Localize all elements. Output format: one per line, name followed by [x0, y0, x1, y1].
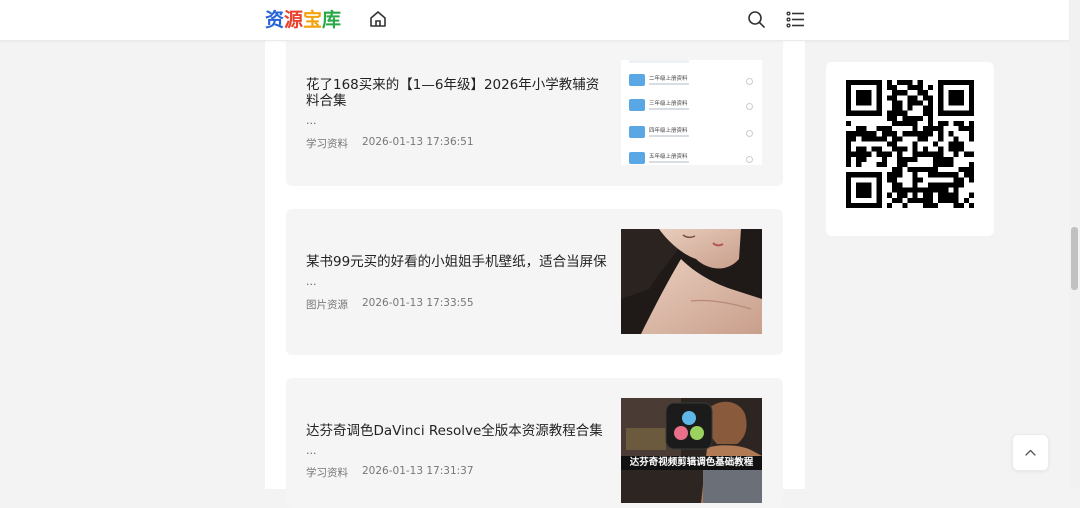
- logo-char: 源: [284, 9, 304, 31]
- post-thumbnail[interactable]: 达芬奇视频剪辑调色基础教程: [621, 398, 762, 503]
- folder-icon: [629, 126, 645, 138]
- logo-char: 资: [265, 9, 285, 31]
- search-icon[interactable]: [747, 10, 766, 29]
- post-title[interactable]: 某书99元买的好看的小姐姐手机壁纸，适合当屏保: [306, 254, 616, 270]
- logo-char: 库: [322, 9, 342, 31]
- post-thumbnail[interactable]: [621, 229, 762, 334]
- scrollbar-thumb[interactable]: [1071, 227, 1078, 290]
- logo-char: 宝: [303, 9, 323, 31]
- post-thumbnail[interactable]: 二年级上册资料 三年级上册资料 四年级上册资料 五年级上册资料: [621, 60, 762, 165]
- post-excerpt: ...: [306, 444, 317, 457]
- post-excerpt: ...: [306, 275, 317, 288]
- folder-icon: [629, 74, 645, 86]
- qr-code-image: [846, 80, 974, 208]
- home-icon[interactable]: [368, 9, 388, 29]
- post-card[interactable]: 某书99元买的好看的小姐姐手机壁纸，适合当屏保 ... 图片资源 2026-01…: [286, 209, 783, 355]
- portrait-photo: [621, 229, 762, 334]
- folder-name: 四年级上册资料: [649, 128, 688, 134]
- davinci-cover: [621, 398, 762, 503]
- post-card[interactable]: 花了168买来的【1—6年级】2026年小学教辅资料合集 ... 学习资料 20…: [286, 20, 783, 186]
- folder-name: 二年级上册资料: [649, 76, 688, 82]
- back-to-top-button[interactable]: [1012, 434, 1049, 471]
- menu-list-icon[interactable]: [786, 10, 805, 29]
- chevron-up-icon: [1025, 449, 1036, 456]
- post-title[interactable]: 达芬奇调色DaVinci Resolve全版本资源教程合集: [306, 423, 616, 439]
- post-category[interactable]: 学习资料: [306, 465, 348, 480]
- post-excerpt: ...: [306, 114, 317, 127]
- post-date: 2026-01-13 17:36:51: [362, 136, 474, 148]
- folder-name: 三年级上册资料: [649, 101, 688, 107]
- folder-icon: [629, 152, 645, 164]
- post-date: 2026-01-13 17:33:55: [362, 297, 474, 309]
- post-category[interactable]: 学习资料: [306, 136, 348, 151]
- folder-name: 五年级上册资料: [649, 154, 688, 160]
- post-category[interactable]: 图片资源: [306, 297, 348, 312]
- post-date: 2026-01-13 17:31:37: [362, 465, 474, 477]
- qr-code-widget: [826, 62, 994, 236]
- site-logo[interactable]: 资 源 宝 库: [265, 7, 341, 33]
- thumbnail-caption: 达芬奇视频剪辑调色基础教程: [629, 457, 754, 468]
- site-header: 资 源 宝 库: [0, 0, 1069, 41]
- folder-icon: [629, 99, 645, 111]
- post-title[interactable]: 花了168买来的【1—6年级】2026年小学教辅资料合集: [306, 77, 606, 109]
